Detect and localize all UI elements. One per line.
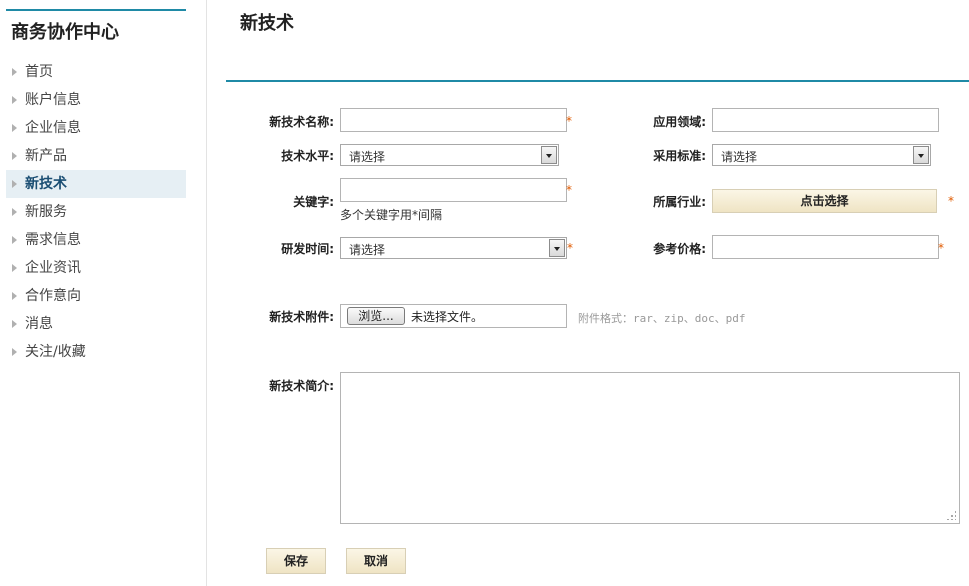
required-mark: * bbox=[566, 114, 572, 128]
sidebar-item-home[interactable]: 首页 bbox=[6, 58, 186, 86]
caret-right-icon bbox=[12, 320, 17, 328]
sidebar-item-label: 首页 bbox=[25, 64, 53, 80]
caret-right-icon bbox=[12, 96, 17, 104]
chevron-down-icon[interactable] bbox=[541, 146, 557, 164]
browse-button[interactable]: 浏览... bbox=[347, 307, 405, 325]
sidebar-item-messages[interactable]: 消息 bbox=[6, 310, 186, 338]
price-label: 参考价格: bbox=[653, 242, 706, 256]
sidebar-item-label: 新技术 bbox=[25, 176, 67, 192]
sidebar-accent-line bbox=[6, 9, 186, 11]
attachment-file-input[interactable]: 浏览... 未选择文件。 bbox=[340, 304, 567, 328]
caret-right-icon bbox=[12, 236, 17, 244]
tech-level-selected: 请选择 bbox=[349, 150, 386, 164]
rd-time-label: 研发时间: bbox=[281, 242, 334, 256]
cancel-button[interactable]: 取消 bbox=[346, 548, 406, 574]
sidebar-item-new-service[interactable]: 新服务 bbox=[6, 198, 186, 226]
industry-select-button[interactable]: 点击选择 bbox=[712, 189, 937, 213]
sidebar-item-label: 需求信息 bbox=[25, 232, 81, 248]
sidebar-item-label: 关注/收藏 bbox=[25, 344, 86, 360]
rd-time-select[interactable]: 请选择 bbox=[340, 237, 567, 259]
caret-right-icon bbox=[12, 124, 17, 132]
caret-right-icon bbox=[12, 152, 17, 160]
sidebar-item-label: 新产品 bbox=[25, 148, 67, 164]
standard-label: 采用标准: bbox=[653, 149, 706, 163]
tech-level-select[interactable]: 请选择 bbox=[340, 144, 559, 166]
caret-right-icon bbox=[12, 68, 17, 76]
sidebar-title: 商务协作中心 bbox=[11, 22, 119, 43]
sidebar-item-label: 消息 bbox=[25, 316, 53, 332]
caret-right-icon bbox=[12, 264, 17, 272]
keywords-input[interactable] bbox=[340, 178, 567, 202]
caret-right-icon bbox=[12, 208, 17, 216]
keywords-label: 关键字: bbox=[293, 195, 334, 209]
required-mark: * bbox=[567, 241, 573, 255]
application-field-label: 应用领域: bbox=[653, 115, 706, 129]
sidebar-nav: 首页 账户信息 企业信息 新产品 新技术 新服务 需求信息 企业资讯 合作意向 … bbox=[6, 58, 186, 366]
required-mark: * bbox=[938, 241, 944, 255]
sidebar-item-new-tech[interactable]: 新技术 bbox=[6, 170, 186, 198]
standard-select[interactable]: 请选择 bbox=[712, 144, 931, 166]
sidebar-item-label: 合作意向 bbox=[25, 288, 81, 304]
no-file-text: 未选择文件。 bbox=[411, 310, 484, 324]
standard-selected: 请选择 bbox=[721, 150, 758, 164]
sidebar-item-label: 企业信息 bbox=[25, 120, 81, 136]
intro-textarea[interactable] bbox=[340, 372, 960, 524]
keywords-hint: 多个关键字用*间隔 bbox=[340, 208, 443, 222]
sidebar-item-news[interactable]: 企业资讯 bbox=[6, 254, 186, 282]
sidebar-item-account[interactable]: 账户信息 bbox=[6, 86, 186, 114]
title-divider bbox=[226, 80, 969, 82]
chevron-down-icon[interactable] bbox=[549, 239, 565, 257]
save-button[interactable]: 保存 bbox=[266, 548, 326, 574]
sidebar-item-new-product[interactable]: 新产品 bbox=[6, 142, 186, 170]
caret-right-icon bbox=[12, 348, 17, 356]
chevron-down-icon[interactable] bbox=[913, 146, 929, 164]
sidebar-item-label: 企业资讯 bbox=[25, 260, 81, 276]
sidebar-item-label: 新服务 bbox=[25, 204, 67, 220]
tech-name-label: 新技术名称: bbox=[269, 115, 334, 129]
required-mark: * bbox=[566, 183, 572, 197]
caret-right-icon bbox=[12, 292, 17, 300]
tech-name-input[interactable] bbox=[340, 108, 567, 132]
price-input[interactable] bbox=[712, 235, 939, 259]
sidebar-item-favorites[interactable]: 关注/收藏 bbox=[6, 338, 186, 366]
sidebar-item-company[interactable]: 企业信息 bbox=[6, 114, 186, 142]
required-mark: * bbox=[948, 194, 954, 208]
sidebar: 商务协作中心 首页 账户信息 企业信息 新产品 新技术 新服务 需求信息 企业资… bbox=[0, 0, 207, 586]
tech-level-label: 技术水平: bbox=[281, 149, 334, 163]
sidebar-item-cooperation[interactable]: 合作意向 bbox=[6, 282, 186, 310]
attachment-format-hint: 附件格式：rar、zip、doc、pdf bbox=[578, 312, 746, 325]
sidebar-item-label: 账户信息 bbox=[25, 92, 81, 108]
sidebar-item-demand[interactable]: 需求信息 bbox=[6, 226, 186, 254]
attachment-label: 新技术附件: bbox=[269, 310, 334, 324]
caret-right-icon bbox=[12, 180, 17, 188]
intro-label: 新技术简介: bbox=[269, 379, 334, 393]
industry-label: 所属行业: bbox=[653, 195, 706, 209]
rd-time-selected: 请选择 bbox=[349, 243, 386, 257]
application-field-input[interactable] bbox=[712, 108, 939, 132]
page-title: 新技术 bbox=[240, 13, 294, 34]
